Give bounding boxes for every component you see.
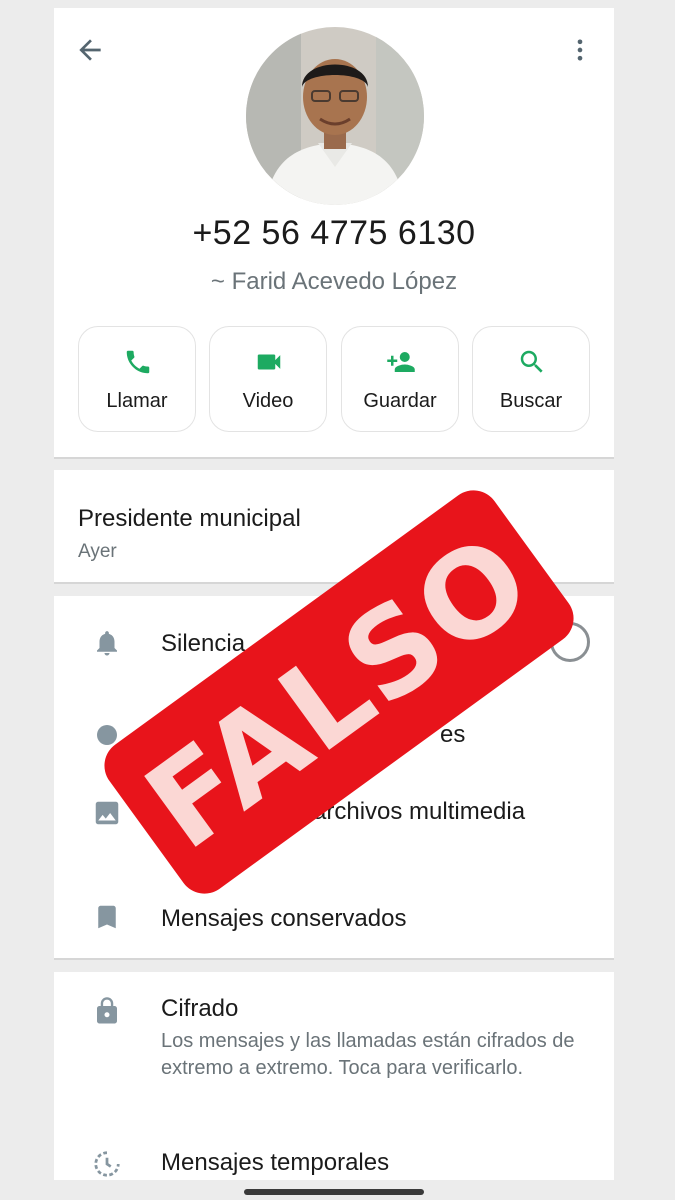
lock-icon	[97, 997, 117, 1024]
media-visibility-sub: ia	[253, 831, 673, 858]
call-button[interactable]: Llamar	[78, 326, 196, 432]
search-label: Buscar	[499, 390, 563, 412]
about-text[interactable]: Presidente municipal	[78, 505, 301, 533]
search-button[interactable]: Buscar	[472, 326, 590, 432]
timer-icon	[94, 1151, 120, 1177]
kept-messages-label[interactable]: Mensajes conservados	[161, 905, 406, 933]
encryption-description: Los mensajes y las llamadas están cifrad…	[161, 1030, 575, 1079]
temporary-messages-label[interactable]: Mensajes temporales	[161, 1149, 389, 1177]
call-label: Llamar	[106, 390, 168, 412]
divider	[54, 457, 614, 459]
video-icon	[257, 354, 281, 370]
profile-photo	[246, 27, 424, 205]
bookmark-icon	[98, 905, 116, 929]
video-button[interactable]: Video	[209, 326, 327, 432]
phone-icon	[126, 350, 150, 374]
more-vertical-icon	[577, 39, 583, 61]
mute-notifications-label[interactable]: Silencia	[161, 630, 245, 658]
image-icon	[95, 801, 119, 825]
arrow-left-icon	[79, 39, 101, 61]
save-contact-button[interactable]: Guardar	[341, 326, 459, 432]
about-date: Ayer	[78, 541, 117, 562]
search-icon	[520, 350, 543, 373]
save-contact-label: Guardar	[363, 390, 437, 412]
divider	[54, 958, 614, 960]
back-button[interactable]	[74, 34, 106, 66]
contact-phone-number: +52 56 4775 6130	[192, 214, 476, 252]
avatar[interactable]	[246, 27, 424, 205]
bell-icon	[97, 631, 117, 656]
contact-push-name: ~ Farid Acevedo López	[210, 268, 458, 295]
media-visibility-label[interactable]: archivos multimedia	[313, 798, 525, 826]
home-indicator[interactable]	[244, 1189, 424, 1195]
menu-button[interactable]	[566, 34, 594, 66]
add-person-icon	[387, 352, 415, 372]
video-label: Video	[242, 390, 294, 412]
encryption-label[interactable]: Cifrado	[161, 995, 238, 1023]
